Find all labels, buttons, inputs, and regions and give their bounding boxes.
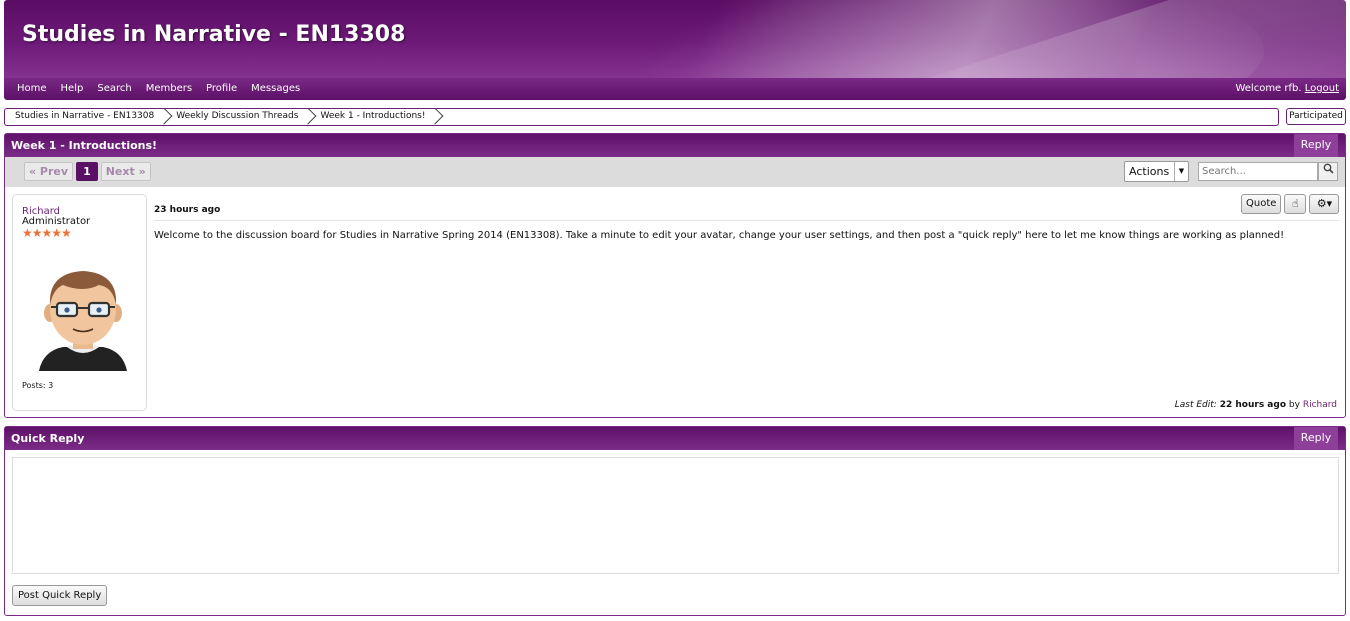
last-edit-by: by bbox=[1288, 400, 1300, 410]
post-date: 23 hours ago bbox=[154, 205, 221, 215]
thread-header: Week 1 - Introductions! Reply bbox=[5, 134, 1345, 157]
thread-toolbar: « Prev 1 Next » Actions ▼ bbox=[5, 157, 1345, 187]
nav-link-messages[interactable]: Messages bbox=[251, 83, 300, 94]
prev-page-button[interactable]: « Prev bbox=[24, 162, 74, 181]
quote-button[interactable]: Quote bbox=[1241, 194, 1282, 214]
post-divider bbox=[154, 220, 1339, 221]
next-page-button[interactable]: Next » bbox=[100, 162, 151, 181]
quick-reply-panel: Quick Reply Reply Post Quick Reply bbox=[4, 426, 1346, 616]
search-icon[interactable] bbox=[1318, 162, 1338, 181]
actions-label: Actions bbox=[1129, 165, 1170, 178]
magnifier-icon bbox=[1323, 163, 1334, 174]
quick-reply-reply-button[interactable]: Reply bbox=[1294, 427, 1338, 450]
post-quick-reply-button[interactable]: Post Quick Reply bbox=[12, 585, 108, 606]
thread-title: Week 1 - Introductions! bbox=[11, 139, 158, 152]
nav-link-members[interactable]: Members bbox=[146, 83, 192, 94]
breadcrumb-item-thread[interactable]: Week 1 - Introductions! bbox=[310, 109, 437, 125]
participated-button[interactable]: Participated bbox=[1286, 108, 1346, 125]
reply-button[interactable]: Reply bbox=[1294, 134, 1338, 157]
current-page[interactable]: 1 bbox=[76, 162, 98, 181]
pagination: « Prev 1 Next » bbox=[24, 162, 151, 181]
last-edit-info: Last Edit: 22 hours ago by Richard bbox=[1175, 400, 1337, 410]
header-banner: Studies in Narrative - EN13308 bbox=[4, 0, 1346, 78]
author-card: Richard Administrator ★★★★★ Posts: 3 bbox=[12, 194, 147, 411]
actions-dropdown[interactable]: Actions ▼ bbox=[1124, 161, 1189, 182]
post-controls: Quote ☝ ⚙▾ bbox=[1241, 194, 1340, 214]
quick-reply-textarea[interactable] bbox=[12, 457, 1339, 574]
nav-links: Home Help Search Members Profile Message… bbox=[17, 83, 314, 94]
author-post-count: Posts: 3 bbox=[22, 381, 54, 390]
nav-link-home[interactable]: Home bbox=[17, 83, 47, 94]
nav-link-search[interactable]: Search bbox=[97, 83, 131, 94]
logout-link[interactable]: Logout bbox=[1305, 83, 1339, 94]
post-body: Welcome to the discussion board for Stud… bbox=[154, 230, 1285, 241]
quick-reply-title: Quick Reply bbox=[11, 432, 85, 445]
quick-reply-header: Quick Reply Reply bbox=[5, 427, 1345, 450]
nav-link-profile[interactable]: Profile bbox=[206, 83, 237, 94]
breadcrumb: Studies in Narrative - EN13308 Weekly Di… bbox=[4, 108, 1279, 126]
thread-panel: Week 1 - Introductions! Reply « Prev 1 N… bbox=[4, 133, 1346, 418]
last-edit-time: 22 hours ago bbox=[1219, 400, 1287, 410]
chevron-down-icon: ▼ bbox=[1174, 162, 1188, 181]
avatar bbox=[39, 271, 127, 371]
thread-search-input[interactable] bbox=[1198, 162, 1318, 181]
nav-bar: Home Help Search Members Profile Message… bbox=[4, 78, 1346, 100]
site-title: Studies in Narrative - EN13308 bbox=[22, 22, 406, 47]
rank-stars-icon: ★★★★★ bbox=[22, 226, 72, 240]
welcome-area: Welcome rfb. Logout bbox=[1235, 83, 1339, 94]
gear-icon[interactable]: ⚙▾ bbox=[1309, 194, 1340, 214]
welcome-text: Welcome rfb. bbox=[1235, 83, 1302, 94]
last-edit-user[interactable]: Richard bbox=[1303, 400, 1337, 410]
nav-link-help[interactable]: Help bbox=[61, 83, 84, 94]
breadcrumb-item-board[interactable]: Studies in Narrative - EN13308 bbox=[5, 109, 166, 125]
breadcrumb-item-category[interactable]: Weekly Discussion Threads bbox=[166, 109, 310, 125]
like-icon[interactable]: ☝ bbox=[1284, 194, 1307, 214]
last-edit-label: Last Edit: bbox=[1174, 400, 1217, 410]
